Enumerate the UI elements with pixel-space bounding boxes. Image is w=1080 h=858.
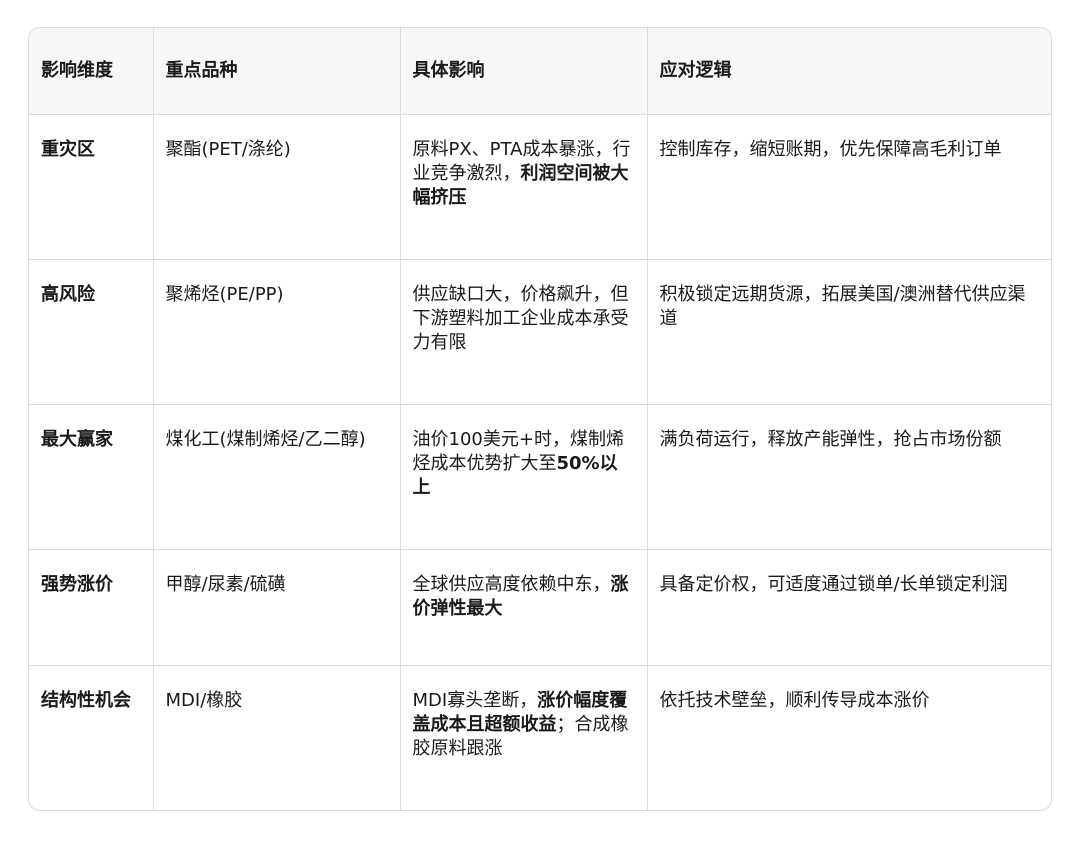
header-impact: 具体影响 [400, 28, 648, 115]
cell-variety: 聚烯烃(PE/PP) [153, 259, 401, 405]
impact-text: 供应缺口大，价格飙升，但下游塑料加工企业成本承受力有限 [412, 283, 629, 353]
cell-strategy: 积极锁定远期货源，拓展美国/澳洲替代供应渠道 [647, 259, 1051, 405]
header-dimension: 影响维度 [29, 28, 154, 115]
header-strategy: 应对逻辑 [647, 28, 1051, 115]
table-row: 最大赢家 煤化工(煤制烯烃/乙二醇) 油价100美元+时，煤制烯烃成本优势扩大至… [29, 404, 1051, 550]
impact-table: 影响维度 重点品种 具体影响 应对逻辑 重灾区 聚酯(PET/涤纶) 原料PX、… [29, 28, 1051, 810]
impact-text: 全球供应高度依赖中东， [412, 573, 611, 595]
cell-variety: 甲醇/尿素/硫磺 [153, 549, 401, 666]
table-row: 高风险 聚烯烃(PE/PP) 供应缺口大，价格飙升，但下游塑料加工企业成本承受力… [29, 259, 1051, 405]
table-row: 结构性机会 MDI/橡胶 MDI寡头垄断，涨价幅度覆盖成本且超额收益；合成橡胶原… [29, 665, 1051, 810]
cell-dimension: 最大赢家 [29, 404, 154, 550]
comparison-table-card: 影响维度 重点品种 具体影响 应对逻辑 重灾区 聚酯(PET/涤纶) 原料PX、… [28, 27, 1052, 811]
cell-impact: 原料PX、PTA成本暴涨，行业竞争激烈，利润空间被大幅挤压 [400, 114, 648, 260]
cell-impact: MDI寡头垄断，涨价幅度覆盖成本且超额收益；合成橡胶原料跟涨 [400, 665, 648, 810]
header-variety: 重点品种 [153, 28, 401, 115]
table-header-row: 影响维度 重点品种 具体影响 应对逻辑 [29, 28, 1051, 115]
cell-strategy: 控制库存，缩短账期，优先保障高毛利订单 [647, 114, 1051, 260]
cell-strategy: 依托技术壁垒，顺利传导成本涨价 [659, 689, 930, 711]
table-row: 重灾区 聚酯(PET/涤纶) 原料PX、PTA成本暴涨，行业竞争激烈，利润空间被… [29, 114, 1051, 260]
impact-text: MDI寡头垄断， [412, 689, 538, 711]
cell-impact: 全球供应高度依赖中东，涨价弹性最大 [400, 549, 648, 666]
cell-strategy: 满负荷运行，释放产能弹性，抢占市场份额 [647, 404, 1051, 550]
cell-strategy: 具备定价权，可适度通过锁单/长单锁定利润 [647, 549, 1051, 666]
cell-dimension: 高风险 [29, 259, 154, 405]
cell-impact: 油价100美元+时，煤制烯烃成本优势扩大至50%以上 [400, 404, 648, 550]
cell-dimension: 结构性机会 [29, 665, 154, 810]
cell-variety: MDI/橡胶 [153, 665, 401, 810]
cell-impact: 供应缺口大，价格飙升，但下游塑料加工企业成本承受力有限 [400, 259, 648, 405]
cell-dimension: 强势涨价 [29, 549, 154, 666]
cell-variety: 煤化工(煤制烯烃/乙二醇) [153, 404, 401, 550]
table-row: 强势涨价 甲醇/尿素/硫磺 全球供应高度依赖中东，涨价弹性最大 具备定价权，可适… [29, 549, 1051, 666]
cell-dimension: 重灾区 [29, 114, 154, 260]
cell-variety: 聚酯(PET/涤纶) [153, 114, 401, 260]
